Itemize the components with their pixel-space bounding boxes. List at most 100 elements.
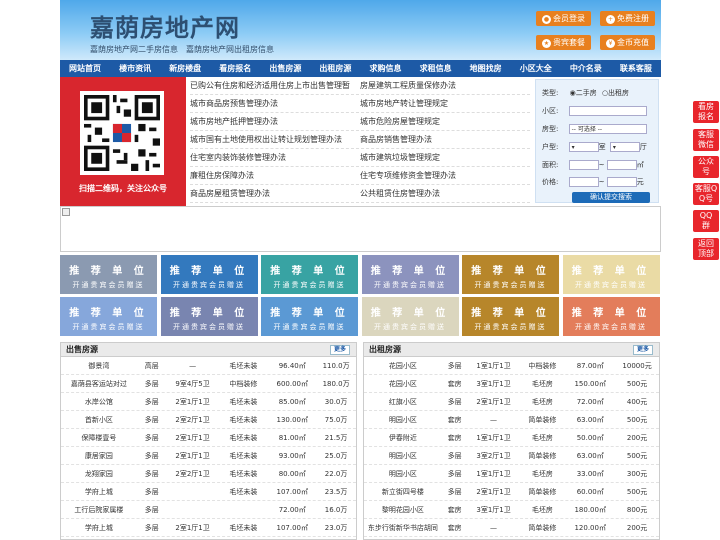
community-name[interactable]: 学府上城 bbox=[61, 523, 137, 533]
community-name[interactable]: 保障楼壹号 bbox=[61, 433, 137, 443]
listing-row[interactable]: 保障楼壹号 多层 2室1厅1卫 毛坯未装 81.00㎡ 21.5万 bbox=[61, 429, 356, 447]
price-min-input[interactable] bbox=[568, 177, 599, 187]
policy-link[interactable]: 廉租住房保障办法 bbox=[190, 167, 360, 184]
nav-map-search[interactable]: 地图找房 bbox=[461, 63, 511, 74]
listing-row[interactable]: 明园小区 多层 1室1厅1卫 毛坯房 33.00㎡ 300元 bbox=[364, 465, 659, 483]
listing-row[interactable]: 东步行街新华书店胡同 套房 — 简单装修 120.00㎡ 200元 bbox=[364, 519, 659, 537]
nav-for-sale[interactable]: 出售房源 bbox=[260, 63, 310, 74]
listing-row[interactable]: 嘉荫县客运站对过 多层 9室4厅5卫 中档装修 600.00㎡ 180.0万 bbox=[61, 375, 356, 393]
site-title[interactable]: 嘉荫房地产网 bbox=[90, 8, 240, 43]
policy-link[interactable]: 已购公有住房和经济适用住房上市出售管理暂 bbox=[190, 77, 360, 94]
rental-info-link[interactable]: 嘉荫房地产网出租房信息 bbox=[186, 44, 274, 55]
listing-row[interactable]: 工行后院家属楼 多层 72.00㎡ 16.0万 bbox=[61, 501, 356, 519]
listing-row[interactable]: 新立街四号楼 多层 2室1厅1卫 简单装修 60.00㎡ 500元 bbox=[364, 483, 659, 501]
recommended-unit-ad[interactable]: 推 荐 单 位开通贵宾会员赠送 bbox=[261, 297, 358, 336]
recommended-unit-ad[interactable]: 推 荐 单 位开通贵宾会员赠送 bbox=[261, 255, 358, 294]
community-name[interactable]: 康居家园 bbox=[61, 451, 137, 461]
recommended-unit-ad[interactable]: 推 荐 单 位开通贵宾会员赠送 bbox=[60, 255, 157, 294]
listing-row[interactable]: 明园小区 多层 3室2厅1卫 简单装修 63.00㎡ 500元 bbox=[364, 447, 659, 465]
community-name[interactable]: 嘉荫县客运站对过 bbox=[61, 379, 137, 389]
community-name[interactable]: 明园小区 bbox=[364, 469, 442, 479]
nav-new-homes[interactable]: 新房楼盘 bbox=[160, 63, 210, 74]
community-name[interactable]: 水岸公馆 bbox=[61, 397, 137, 407]
nav-home[interactable]: 网站首页 bbox=[60, 63, 110, 74]
listing-row[interactable]: 龙翔家园 多层 2室2厅1卫 毛坯未装 80.00㎡ 22.0万 bbox=[61, 465, 356, 483]
recommended-unit-ad[interactable]: 推 荐 单 位开通贵宾会员赠送 bbox=[60, 297, 157, 336]
halls-select[interactable]: ▾ bbox=[609, 142, 640, 152]
nav-agents[interactable]: 中介名录 bbox=[561, 63, 611, 74]
listing-row[interactable]: 红旗小区 多层 2室1厅1卫 毛坯房 72.00㎡ 400元 bbox=[364, 393, 659, 411]
policy-link[interactable]: 房屋建筑工程质量保修办法 bbox=[360, 77, 530, 94]
policy-link[interactable]: 城市建筑垃圾管理规定 bbox=[360, 149, 530, 166]
nav-news[interactable]: 楼市资讯 bbox=[110, 63, 160, 74]
listing-row[interactable]: 明园小区 套房 — 简单装修 63.00㎡ 500元 bbox=[364, 411, 659, 429]
rent-more-button[interactable]: 更多 bbox=[632, 345, 653, 355]
banner-image[interactable] bbox=[60, 206, 661, 252]
house-type-select[interactable]: -- 可选择 -- bbox=[568, 124, 647, 134]
listing-row[interactable]: 康居家园 多层 2室1厅1卫 毛坯未装 93.00㎡ 25.0万 bbox=[61, 447, 356, 465]
side-service-qq[interactable]: 客服Q Q号 bbox=[693, 183, 719, 205]
nav-wanted-buy[interactable]: 求购信息 bbox=[360, 63, 410, 74]
rooms-select[interactable]: ▾ bbox=[568, 142, 599, 152]
listing-row[interactable]: 学府上城 多层 毛坯未装 107.00㎡ 23.5万 bbox=[61, 483, 356, 501]
nav-wanted-rent[interactable]: 求租信息 bbox=[411, 63, 461, 74]
listing-row[interactable]: 花园小区 多层 1室1厅1卫 中档装修 87.00㎡ 10000元 bbox=[364, 357, 659, 375]
side-back-to-top[interactable]: 返回 顶部 bbox=[693, 238, 719, 260]
recommended-unit-ad[interactable]: 推 荐 单 位开通贵宾会员赠送 bbox=[462, 297, 559, 336]
community-name[interactable]: 明园小区 bbox=[364, 451, 442, 461]
recommended-unit-ad[interactable]: 推 荐 单 位开通贵宾会员赠送 bbox=[160, 297, 258, 336]
listing-row[interactable]: 花园小区 套房 3室1厅1卫 毛坯房 150.00㎡ 500元 bbox=[364, 375, 659, 393]
policy-link[interactable]: 商品房屋租赁管理办法 bbox=[190, 185, 360, 202]
community-name[interactable]: 明园小区 bbox=[364, 415, 442, 425]
community-name[interactable]: 伊春附近 bbox=[364, 433, 442, 443]
community-name[interactable]: 学府上城 bbox=[61, 487, 137, 497]
listing-row[interactable]: 伊春附近 套房 1室1厅1卫 毛坯房 50.00㎡ 200元 bbox=[364, 429, 659, 447]
community-name[interactable]: 御景湾 bbox=[61, 361, 137, 371]
community-name[interactable]: 红旗小区 bbox=[364, 397, 442, 407]
listing-row[interactable]: 御景湾 高层 — 毛坯未装 96.40㎡ 110.0万 bbox=[61, 357, 356, 375]
policy-link[interactable]: 城市商品房预售管理办法 bbox=[190, 95, 360, 112]
community-name[interactable]: 新立街四号楼 bbox=[364, 487, 442, 497]
recommended-unit-ad[interactable]: 推 荐 单 位开通贵宾会员赠送 bbox=[562, 255, 660, 294]
side-service-wechat[interactable]: 客服 微信 bbox=[693, 129, 719, 151]
recommended-unit-ad[interactable]: 推 荐 单 位开通贵宾会员赠送 bbox=[462, 255, 559, 294]
coin-recharge-button[interactable]: ¥ 金币充值 bbox=[600, 35, 655, 50]
community-name[interactable]: 工行后院家属楼 bbox=[61, 505, 137, 515]
community-input[interactable] bbox=[568, 106, 647, 116]
recommended-unit-ad[interactable]: 推 荐 单 位开通贵宾会员赠送 bbox=[361, 255, 459, 294]
recommended-unit-ad[interactable]: 推 荐 单 位开通贵宾会员赠送 bbox=[160, 255, 258, 294]
nav-contact[interactable]: 联系客服 bbox=[611, 63, 661, 74]
area-min-input[interactable] bbox=[568, 160, 599, 170]
policy-link[interactable]: 城市国有土地使用权出让转让规划管理办法 bbox=[190, 131, 360, 148]
policy-link[interactable]: 商品房销售管理办法 bbox=[360, 131, 530, 148]
search-submit-button[interactable]: 确认提交搜索 bbox=[572, 192, 650, 203]
community-name[interactable]: 首新小区 bbox=[61, 415, 137, 425]
community-name[interactable]: 花园小区 bbox=[364, 361, 442, 371]
community-name[interactable]: 黎明花园小区 bbox=[364, 505, 442, 515]
vip-package-button[interactable]: ★ 贵宾套餐 bbox=[536, 35, 591, 50]
nav-viewing-signup[interactable]: 看房报名 bbox=[210, 63, 260, 74]
policy-link[interactable]: 住宅室内装饰装修管理办法 bbox=[190, 149, 360, 166]
listing-row[interactable]: 学府上城 多层 2室1厅1卫 毛坯未装 107.00㎡ 23.0万 bbox=[61, 519, 356, 537]
register-button[interactable]: + 免费注册 bbox=[600, 11, 655, 26]
policy-link[interactable]: 公共租赁住房管理办法 bbox=[360, 185, 530, 202]
nav-for-rent[interactable]: 出租房源 bbox=[310, 63, 360, 74]
nav-communities[interactable]: 小区大全 bbox=[511, 63, 561, 74]
recommended-unit-ad[interactable]: 推 荐 单 位开通贵宾会员赠送 bbox=[361, 297, 459, 336]
listing-row[interactable]: 水岸公馆 多层 2室1厅1卫 毛坯未装 85.00㎡ 30.0万 bbox=[61, 393, 356, 411]
side-viewing-signup[interactable]: 看房 报名 bbox=[693, 101, 719, 123]
area-max-input[interactable] bbox=[606, 160, 637, 170]
member-login-button[interactable]: ● 会员登录 bbox=[536, 11, 591, 26]
sale-more-button[interactable]: 更多 bbox=[329, 345, 350, 355]
side-official-account[interactable]: 公众号 bbox=[693, 156, 719, 178]
community-name[interactable]: 龙翔家园 bbox=[61, 469, 137, 479]
second-hand-info-link[interactable]: 嘉荫房地产网二手房信息 bbox=[90, 44, 178, 55]
side-qq-group[interactable]: QQ 群 bbox=[693, 210, 719, 232]
policy-link[interactable]: 城市房地产抵押管理办法 bbox=[190, 113, 360, 130]
listing-row[interactable]: 首新小区 多层 2室2厅1卫 毛坯未装 130.00㎡ 75.0万 bbox=[61, 411, 356, 429]
policy-link[interactable]: 城市房地产转让管理规定 bbox=[360, 95, 530, 112]
community-name[interactable]: 花园小区 bbox=[364, 379, 442, 389]
recommended-unit-ad[interactable]: 推 荐 单 位开通贵宾会员赠送 bbox=[562, 297, 660, 336]
price-max-input[interactable] bbox=[606, 177, 637, 187]
listing-row[interactable]: 黎明花园小区 套房 3室1厅1卫 毛坯房 180.00㎡ 800元 bbox=[364, 501, 659, 519]
